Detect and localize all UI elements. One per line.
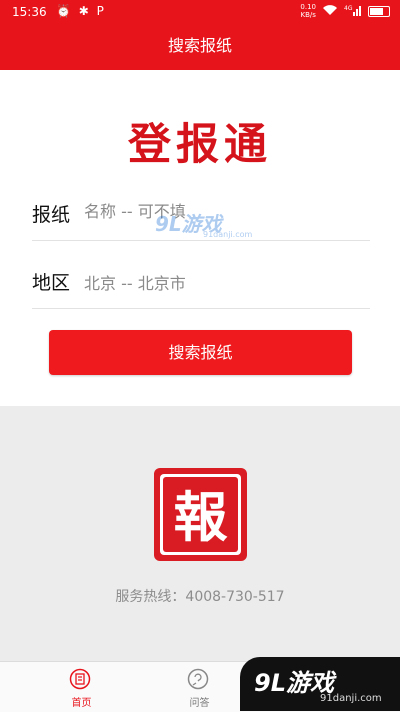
tab-home-label: 首页 <box>71 698 92 709</box>
region-selector[interactable]: 北京 -- 北京市 <box>84 270 364 294</box>
newspaper-label: 报纸 <box>32 204 71 226</box>
newspaper-name-input[interactable] <box>84 202 364 221</box>
status-notification-icons: ⏰ ✱ P <box>56 4 106 18</box>
app-logo-title: 登报通 <box>128 120 272 170</box>
seal-character: 報 <box>174 485 228 549</box>
newspaper-seal-logo: 報 <box>154 468 247 561</box>
net-speed-unit: KB/s <box>300 11 316 19</box>
signal-icon: 4G <box>344 4 362 19</box>
watermark-url: 91danji.com <box>320 693 382 704</box>
region-field-row[interactable]: 地区 北京 -- 北京市 <box>32 248 370 309</box>
signal-label: 4G <box>344 5 353 12</box>
search-form-card: 登报通 报纸 地区 北京 -- 北京市 搜索报纸 <box>0 70 400 406</box>
service-hotline: 服务热线：4008-730-517 <box>115 589 285 605</box>
region-label: 地区 <box>32 272 71 294</box>
net-speed: 0.10 KB/s <box>300 3 316 19</box>
page-title: 搜索报纸 <box>167 36 232 55</box>
watermark-overlay-url: 91danji.com <box>203 230 253 239</box>
battery-icon <box>368 5 390 17</box>
watermark-badge: 9L游戏 91danji.com <box>240 657 400 711</box>
page-title-bar: 搜索报纸 <box>0 26 400 70</box>
home-icon <box>69 668 91 690</box>
status-bar: 15:36 ⏰ ✱ P 0.10 KB/s 4G <box>0 0 400 26</box>
wifi-icon <box>322 4 338 19</box>
status-time: 15:36 <box>12 5 47 19</box>
status-right-group: 0.10 KB/s 4G <box>300 3 390 19</box>
watermark-overlay: 9L游戏 91danji.com <box>155 208 252 239</box>
qa-icon <box>187 668 209 690</box>
tab-home[interactable]: 首页 <box>15 662 148 712</box>
search-newspaper-button[interactable]: 搜索报纸 <box>49 330 352 375</box>
net-speed-value: 0.10 <box>300 3 316 11</box>
